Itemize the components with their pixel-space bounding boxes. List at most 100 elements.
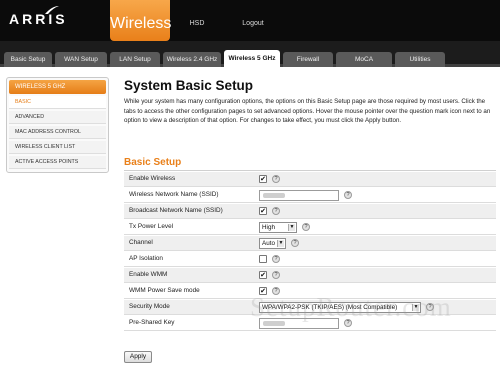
security-mode-label: Security Mode bbox=[129, 303, 170, 310]
tab-label: MoCA bbox=[354, 56, 374, 63]
channel-control: Auto ▼? bbox=[259, 238, 299, 249]
security-mode-select[interactable]: WPA/WPA2-PSK (TKIP/AES) (Most Compatible… bbox=[259, 302, 421, 313]
broadcast-ssid-control: ✔? bbox=[259, 206, 280, 217]
security-mode-value: WPA/WPA2-PSK (TKIP/AES) (Most Compatible… bbox=[262, 304, 398, 311]
enable-wireless-label: Enable Wireless bbox=[129, 175, 176, 182]
arris-logo: ARRIS bbox=[9, 6, 119, 30]
section-title: Basic Setup bbox=[124, 157, 182, 168]
wmm-power-save-control: ✔? bbox=[259, 286, 280, 297]
tab-label: Wireless 2.4 GHz bbox=[166, 56, 218, 63]
tx-power-label: Tx Power Level bbox=[129, 223, 174, 230]
ap-isolation-label: AP Isolation bbox=[129, 255, 163, 262]
help-icon[interactable]: ? bbox=[344, 319, 352, 327]
sidebar-item-label: ACTIVE ACCESS POINTS bbox=[15, 159, 79, 165]
enable-wmm-control: ✔? bbox=[259, 270, 280, 281]
tab-label: WAN Setup bbox=[64, 56, 98, 63]
ap-isolation-control: ? bbox=[259, 254, 280, 265]
tab-strip: Basic Setup WAN Setup LAN Setup Wireless… bbox=[0, 41, 500, 68]
sidebar-item-label: BASIC bbox=[15, 99, 31, 105]
help-icon[interactable]: ? bbox=[272, 287, 280, 295]
topnav-logout-label: Logout bbox=[242, 20, 264, 27]
tab-wan-setup[interactable]: WAN Setup bbox=[55, 52, 107, 67]
sidebar: WIRELESS 5 GHZ BASIC ADVANCED MAC ADDRES… bbox=[6, 77, 109, 173]
intro-text: While your system has many configuration… bbox=[124, 98, 491, 125]
tab-label: Wireless 5 GHz bbox=[228, 55, 276, 62]
sidebar-item-mac-address-control[interactable]: MAC ADDRESS CONTROL bbox=[9, 126, 106, 139]
help-icon[interactable]: ? bbox=[272, 271, 280, 279]
row-tx-power: Tx Power Level High ▼? bbox=[124, 220, 496, 235]
psk-control: ? bbox=[259, 318, 352, 329]
enable-wireless-checkbox[interactable]: ✔ bbox=[259, 175, 267, 183]
psk-input[interactable] bbox=[259, 318, 339, 329]
row-channel: Channel Auto ▼? bbox=[124, 236, 496, 251]
ssid-input[interactable] bbox=[259, 190, 339, 201]
row-wmm-power-save: WMM Power Save mode ✔? bbox=[124, 284, 496, 299]
sidebar-item-label: WIRELESS CLIENT LIST bbox=[15, 144, 76, 150]
tx-power-control: High ▼? bbox=[259, 222, 310, 233]
wmm-power-save-checkbox[interactable]: ✔ bbox=[259, 287, 267, 295]
topnav-hsd-label: HSD bbox=[189, 20, 205, 27]
security-mode-control: WPA/WPA2-PSK (TKIP/AES) (Most Compatible… bbox=[259, 302, 434, 313]
topnav-hsd[interactable]: HSD bbox=[180, 0, 214, 41]
sidebar-item-wireless-client-list[interactable]: WIRELESS CLIENT LIST bbox=[9, 141, 106, 154]
tab-wireless-24ghz[interactable]: Wireless 2.4 GHz bbox=[163, 52, 221, 67]
help-icon[interactable]: ? bbox=[272, 207, 280, 215]
tab-label: Firewall bbox=[296, 56, 320, 63]
broadcast-ssid-checkbox[interactable]: ✔ bbox=[259, 207, 267, 215]
broadcast-ssid-label: Broadcast Network Name (SSID) bbox=[129, 207, 223, 214]
enable-wmm-checkbox[interactable]: ✔ bbox=[259, 271, 267, 279]
help-icon[interactable]: ? bbox=[272, 255, 280, 263]
enable-wmm-label: Enable WMM bbox=[129, 271, 168, 278]
tab-label: Basic Setup bbox=[10, 56, 46, 63]
tx-power-select[interactable]: High ▼ bbox=[259, 222, 297, 233]
channel-label: Channel bbox=[129, 239, 153, 246]
sidebar-item-basic[interactable]: BASIC bbox=[9, 96, 106, 109]
tab-moca[interactable]: MoCA bbox=[336, 52, 392, 67]
sidebar-item-active-access-points[interactable]: ACTIVE ACCESS POINTS bbox=[9, 156, 106, 169]
topnav-wireless[interactable]: Wireless bbox=[110, 0, 172, 41]
row-broadcast-ssid: Broadcast Network Name (SSID) ✔? bbox=[124, 204, 496, 219]
tab-utilities[interactable]: Utilities bbox=[395, 52, 445, 67]
ssid-control: ? bbox=[259, 190, 352, 201]
row-pre-shared-key: Pre-Shared Key ? bbox=[124, 316, 496, 331]
chevron-down-icon: ▼ bbox=[288, 224, 295, 231]
wmm-power-save-label: WMM Power Save mode bbox=[129, 287, 200, 294]
sidebar-item-label: MAC ADDRESS CONTROL bbox=[15, 129, 81, 135]
ap-isolation-checkbox[interactable] bbox=[259, 255, 267, 263]
sidebar-item-advanced[interactable]: ADVANCED bbox=[9, 111, 106, 124]
sidebar-item-label: ADVANCED bbox=[15, 114, 45, 120]
apply-button[interactable]: Apply bbox=[124, 351, 152, 363]
help-icon[interactable]: ? bbox=[426, 303, 434, 311]
help-icon[interactable]: ? bbox=[302, 223, 310, 231]
topnav-wireless-label: Wireless bbox=[110, 15, 172, 32]
help-icon[interactable]: ? bbox=[272, 175, 280, 183]
logo-swoosh-icon bbox=[45, 6, 59, 14]
section-divider bbox=[124, 170, 496, 171]
enable-wireless-control: ✔? bbox=[259, 174, 280, 185]
row-enable-wireless: Enable Wireless ✔? bbox=[124, 172, 496, 187]
tx-power-value: High bbox=[262, 224, 275, 231]
chevron-down-icon: ▼ bbox=[412, 304, 419, 311]
row-ssid: Wireless Network Name (SSID) ? bbox=[124, 188, 496, 203]
channel-value: Auto bbox=[262, 240, 275, 247]
tab-wireless-5ghz[interactable]: Wireless 5 GHz bbox=[224, 50, 280, 68]
help-icon[interactable]: ? bbox=[344, 191, 352, 199]
chevron-down-icon: ▼ bbox=[277, 240, 284, 247]
row-enable-wmm: Enable WMM ✔? bbox=[124, 268, 496, 283]
tab-lan-setup[interactable]: LAN Setup bbox=[110, 52, 160, 67]
tab-firewall[interactable]: Firewall bbox=[283, 52, 333, 67]
ssid-label: Wireless Network Name (SSID) bbox=[129, 191, 219, 198]
psk-redacted-value bbox=[263, 321, 285, 326]
ssid-redacted-value bbox=[263, 193, 285, 198]
page-title: System Basic Setup bbox=[124, 78, 254, 93]
channel-select[interactable]: Auto ▼ bbox=[259, 238, 286, 249]
psk-label: Pre-Shared Key bbox=[129, 319, 175, 326]
tab-basic-setup[interactable]: Basic Setup bbox=[4, 52, 52, 67]
topnav-logout[interactable]: Logout bbox=[234, 0, 272, 41]
tab-label: Utilities bbox=[409, 56, 431, 63]
row-ap-isolation: AP Isolation ? bbox=[124, 252, 496, 267]
help-icon[interactable]: ? bbox=[291, 239, 299, 247]
sidebar-title: WIRELESS 5 GHZ bbox=[9, 80, 106, 94]
top-header: ARRIS Wireless HSD Logout bbox=[0, 0, 500, 41]
row-security-mode: Security Mode WPA/WPA2-PSK (TKIP/AES) (M… bbox=[124, 300, 496, 315]
